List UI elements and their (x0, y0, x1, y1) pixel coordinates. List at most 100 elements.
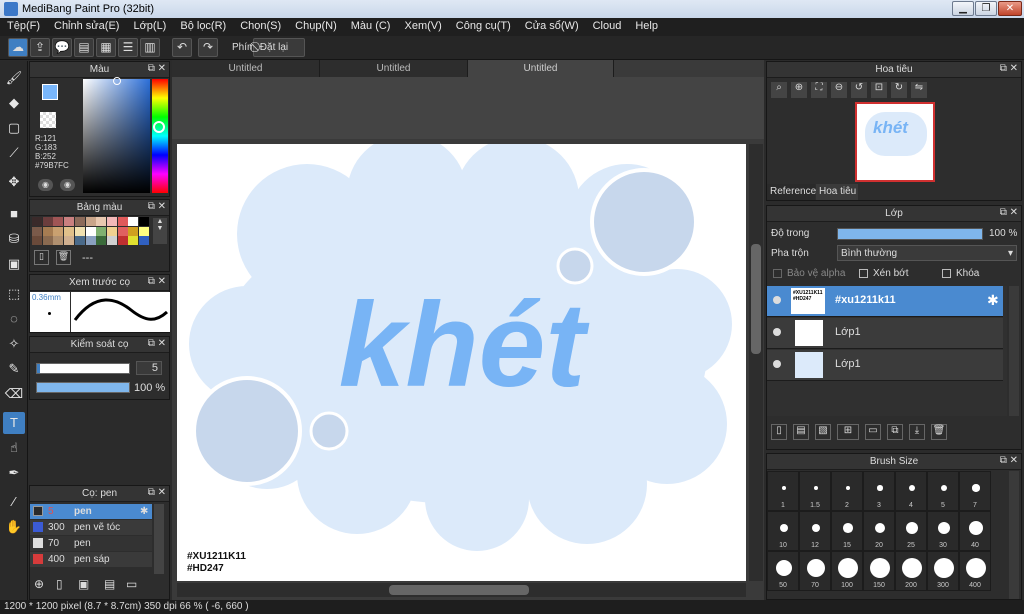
menu-help[interactable]: Help (628, 18, 665, 36)
brush-size-cell[interactable]: 4 (895, 471, 927, 511)
select-rect-tool-icon[interactable]: ⬚ (3, 283, 25, 305)
palette-swatch[interactable] (128, 217, 139, 226)
zoom-in-icon[interactable]: ⊕ (791, 82, 807, 98)
hue-slider-handle[interactable] (153, 121, 165, 133)
palette-swatch[interactable] (53, 217, 64, 226)
blur-tool-icon[interactable]: ✒ (3, 462, 25, 484)
palette-swatch[interactable] (64, 236, 75, 245)
palette-swatch[interactable] (64, 226, 75, 236)
brush-list-scrollbar[interactable] (154, 504, 164, 574)
brush-size-cell[interactable]: 25 (895, 511, 927, 551)
eyedropper-tool-icon[interactable]: ⁄ (3, 491, 25, 513)
rectangle-tool-icon[interactable]: ▢ (3, 117, 25, 139)
navigator-thumbnail[interactable]: khét (855, 102, 935, 182)
brush-size-cell[interactable]: 40 (959, 511, 991, 551)
panel-float-close-icon[interactable]: ⧉ ✕ (1000, 63, 1018, 74)
canvas-vertical-scrollbar[interactable] (749, 144, 763, 581)
add-layer-menu-icon[interactable]: ⊞ (837, 424, 859, 440)
palette-swatch[interactable] (96, 217, 107, 226)
magic-wand-tool-icon[interactable]: ✧ (3, 333, 25, 355)
menu-window[interactable]: Cửa sổ(W) (518, 18, 586, 36)
zoom-out-icon[interactable]: ⊖ (831, 82, 847, 98)
move-tool-icon[interactable]: ✥ (3, 171, 25, 193)
line-tool-icon[interactable]: ⟋ (3, 142, 25, 164)
brush-size-cell[interactable]: 300 (927, 551, 959, 591)
chat-icon[interactable]: ▤ (74, 38, 94, 57)
brush-size-cell[interactable]: 5 (927, 471, 959, 511)
eye-icon[interactable] (773, 296, 781, 304)
palette-swatch[interactable] (74, 236, 85, 245)
hue-slider[interactable] (152, 79, 168, 193)
palette-swatch[interactable] (42, 217, 53, 226)
palette-swatch[interactable] (32, 217, 42, 226)
new-palette-icon[interactable]: ▯ (34, 250, 49, 265)
palette-swatch[interactable] (139, 226, 149, 236)
share-icon[interactable]: ⇪ (30, 38, 50, 57)
maximize-button[interactable]: ❐ (975, 1, 997, 16)
select-eraser-tool-icon[interactable]: ⌫ (3, 383, 25, 405)
protect-alpha-checkbox[interactable] (773, 269, 782, 278)
brush-folder-icon[interactable]: ▭ (126, 577, 142, 593)
brush-size-cell[interactable]: 50 (767, 551, 799, 591)
lock-checkbox[interactable] (942, 269, 951, 278)
palette-swatch[interactable] (42, 236, 53, 245)
cloud-icon[interactable]: ☁ (8, 38, 28, 57)
menu-snap[interactable]: Chụp(N) (288, 18, 344, 36)
brush-size-cell[interactable]: 7 (959, 471, 991, 511)
menu-color[interactable]: Màu (C) (344, 18, 398, 36)
brush-size-cell[interactable]: 70 (799, 551, 831, 591)
panel-float-close-icon[interactable]: ⧉ ✕ (1000, 207, 1018, 218)
menu-view[interactable]: Xem(V) (397, 18, 448, 36)
tab-navigator[interactable]: Hoa tiêu (816, 184, 858, 200)
palette-swatch[interactable] (42, 226, 53, 236)
comment-icon[interactable]: 💬 (52, 38, 72, 57)
brush-size-cell[interactable]: 12 (799, 511, 831, 551)
delete-layer-icon[interactable]: 🗑 (931, 424, 947, 440)
layer-row[interactable]: Lớp1 (767, 350, 1003, 381)
palette-swatch[interactable] (32, 226, 42, 236)
brush-size-cell[interactable]: 2 (831, 471, 863, 511)
panel-float-close-icon[interactable]: ⧉ ✕ (148, 63, 166, 74)
hand-tool-icon[interactable]: ✋ (3, 516, 25, 538)
brush-size-cell[interactable]: 150 (863, 551, 895, 591)
palette-swatch[interactable] (53, 226, 64, 236)
new-8bit-layer-icon[interactable]: ▧ (815, 424, 831, 440)
palette-swatch[interactable] (74, 217, 85, 226)
palette-alt-icon[interactable]: ◉ (60, 179, 75, 191)
saturation-value-picker[interactable] (83, 77, 150, 193)
vertical-scroll-thumb[interactable] (751, 244, 761, 354)
layer-name[interactable]: Lớp1 (835, 326, 861, 338)
horizontal-scroll-thumb[interactable] (389, 585, 529, 595)
rotate-left-icon[interactable]: ↺ (851, 82, 867, 98)
brush-size-cell[interactable]: 100 (831, 551, 863, 591)
palette-swatch[interactable] (53, 236, 64, 245)
brush-menu-icon[interactable]: ▣ (78, 577, 98, 593)
delete-palette-icon[interactable]: 🗑 (56, 250, 71, 265)
brush-item[interactable]: 300 pen vẽ tóc (30, 520, 152, 535)
main-color-swatch[interactable] (42, 84, 58, 100)
brush-size-cell[interactable]: 1.5 (799, 471, 831, 511)
gear-icon[interactable]: ✱ (987, 292, 999, 309)
tab-reference[interactable]: Reference (767, 184, 816, 200)
palette-swatch[interactable] (117, 217, 128, 226)
brush-opacity-slider[interactable] (36, 382, 130, 393)
fit-icon[interactable]: ⛶ (811, 82, 827, 98)
menu-edit[interactable]: Chỉnh sửa(E) (47, 18, 126, 36)
palette-swatch-grid[interactable] (32, 217, 150, 245)
brush-size-cell[interactable]: 10 (767, 511, 799, 551)
new-layer-icon[interactable]: ▯ (771, 424, 787, 440)
brush-size-cell[interactable]: 400 (959, 551, 991, 591)
layer-row[interactable]: #XU1211K11 #HD247 #xu1211k11 ✱ (767, 286, 1003, 317)
brush-size-cell[interactable]: 15 (831, 511, 863, 551)
panel-float-close-icon[interactable]: ⧉ ✕ (148, 276, 166, 287)
menu-select[interactable]: Chọn(S) (233, 18, 288, 36)
bucket-tool-icon[interactable]: ⛁ (3, 228, 25, 250)
palette-swatch[interactable] (106, 236, 117, 245)
undo-icon[interactable]: ↶ (172, 38, 192, 57)
flip-icon[interactable]: ⇋ (911, 82, 927, 98)
document-tab[interactable]: Untitled (172, 60, 320, 77)
layer-name[interactable]: Lớp1 (835, 358, 861, 370)
duplicate-layer-icon[interactable]: ⧉ (887, 424, 903, 440)
brush-item[interactable]: 70 pen (30, 536, 152, 551)
rotate-right-icon[interactable]: ↻ (891, 82, 907, 98)
